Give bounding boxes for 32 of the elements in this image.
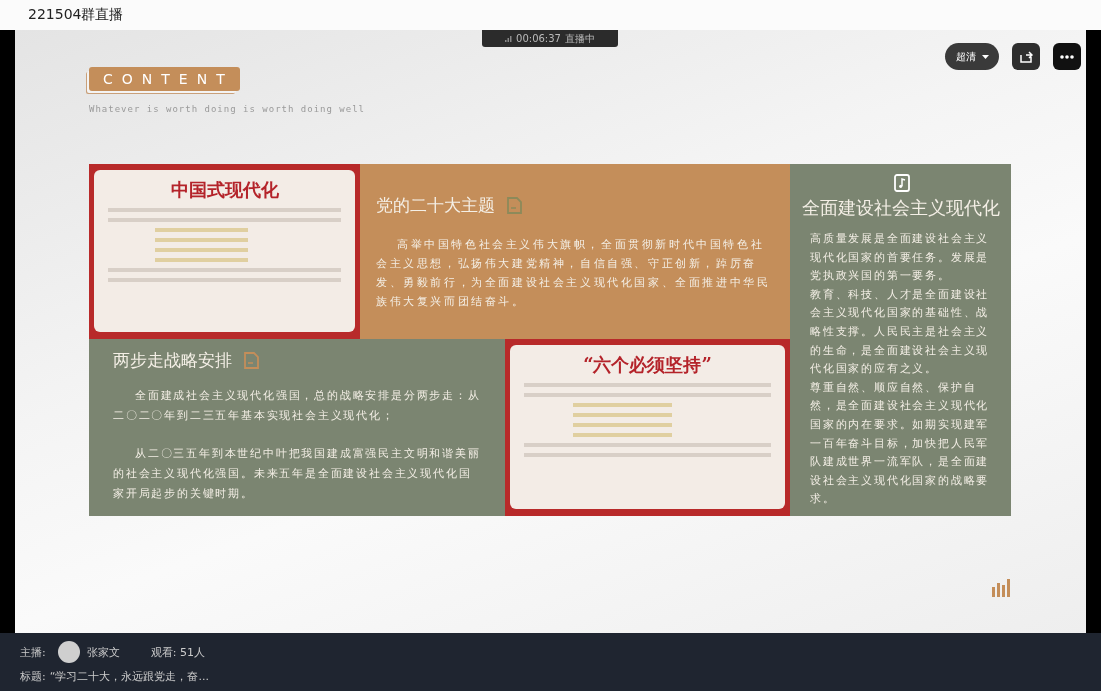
host-name: 张家文 <box>86 644 120 660</box>
thumbnail-title: 中国式现代化 <box>170 178 279 202</box>
quality-dropdown[interactable]: 超清 <box>945 43 999 70</box>
card-paragraph: 尊重自然、顺应自然、保护自然，是全面建设社会主义现代化国家的内在要求。如期实现建军一百年奋斗目标，加快把人民军队建成世界一流军队，是全面建设社会主义现代化国家的战略要求。 <box>810 379 991 508</box>
card-paragraph: 高举中国特色社会主义伟大旗帜，全面贯彻新时代中国特色社会主义思想，弘扬伟大建党精神，自信自强、守正创新，踔厉奋发、勇毅前行，为全面建设社会主义现代化国家、全面推进中华民族伟大复兴而团结奋斗。 <box>376 237 772 309</box>
more-button[interactable] <box>1053 43 1081 70</box>
live-status-pill: 00:06:37 直播中 <box>482 30 618 47</box>
thumbnail-title: “六个必须坚持” <box>583 353 712 377</box>
signal-icon <box>505 35 513 42</box>
host-label: 主播: <box>20 644 46 660</box>
stream-title: “学习二十大，永远跟党走，奋... <box>49 669 209 684</box>
avatar-placeholder <box>57 641 80 663</box>
card-paragraph: 全面建成社会主义现代化强国，总的战略安排是分两步走：从二〇二〇年到二三五年基本实现社会主义现代化； <box>113 388 481 424</box>
document-icon <box>244 352 259 369</box>
card-paragraph: 高质量发展是全面建设社会主义现代化国家的首要任务。发展是党执政兴国的第一要务。 <box>810 231 991 285</box>
document-icon <box>507 197 522 214</box>
card-title: 两步走战略安排 <box>113 349 232 372</box>
share-icon <box>1019 50 1033 63</box>
caret-icon <box>981 54 989 59</box>
card-title: 全面建设社会主义现代化 <box>800 196 1001 220</box>
more-icon <box>1060 54 1074 59</box>
share-button[interactable] <box>1012 43 1040 70</box>
title-label: 标题: <box>20 669 46 684</box>
slide-subtitle: Whatever is worth doing is worth doing well <box>89 104 366 114</box>
content-badge: CONTENT <box>89 67 240 91</box>
viewer-count: 观看: 51人 <box>150 644 205 660</box>
window-title: 221504群直播 <box>28 6 124 24</box>
card-paragraph: 从二〇三五年到本世纪中叶把我国建成富强民主文明和谐美丽的社会主义现代化强国。未来五年是全面建设社会主义现代化国家开局起步的关键时期。 <box>113 446 481 502</box>
music-file-icon <box>893 174 910 192</box>
bar-chart-icon <box>992 579 1012 597</box>
card-title: 党的二十大主题 <box>376 194 495 217</box>
card-paragraph: 教育、科技、人才是全面建设社会主义现代化国家的基础性、战略性支撑。人民民主是社会主义的生命，是全面建设社会主义现代化国家的应有之义。 <box>810 286 991 378</box>
